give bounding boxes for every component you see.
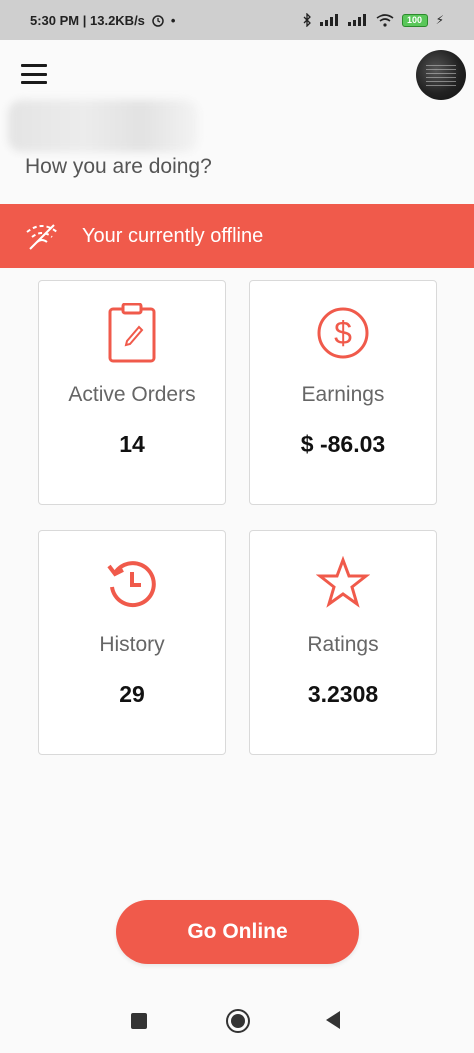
offline-message: Your currently offline (82, 224, 264, 247)
system-nav-bar (0, 990, 474, 1053)
earnings-card[interactable]: $ Earnings $ -86.03 (249, 280, 437, 505)
ratings-label: Ratings (307, 633, 379, 656)
history-label: History (99, 633, 165, 656)
active-orders-value: 14 (119, 431, 145, 457)
status-right: 100 ⚡ (302, 13, 444, 27)
alarm-icon (152, 15, 164, 27)
hamburger-menu-icon[interactable] (21, 64, 47, 84)
history-value: 29 (119, 681, 145, 707)
svg-text:$: $ (334, 315, 352, 351)
profile-avatar[interactable] (416, 50, 466, 100)
clipboard-icon (104, 301, 160, 365)
status-left: 5:30 PM | 13.2KB/s • (30, 13, 175, 28)
status-time-speed: 5:30 PM | 13.2KB/s (30, 12, 145, 28)
status-bar: 5:30 PM | 13.2KB/s • 100 ⚡ (0, 0, 474, 40)
ratings-value: 3.2308 (307, 681, 379, 707)
bluetooth-icon (303, 13, 311, 27)
wifi-off-icon (26, 224, 58, 250)
ratings-card[interactable]: Ratings 3.2308 (249, 530, 437, 755)
star-icon (315, 551, 371, 615)
signal-icon-2 (347, 14, 366, 26)
offline-banner: Your currently offline (0, 204, 474, 268)
history-card[interactable]: History 29 (38, 530, 226, 755)
earnings-label: Earnings (301, 383, 385, 406)
wifi-icon (376, 13, 394, 27)
dot-icon: • (170, 12, 176, 28)
charging-icon: ⚡ (435, 13, 444, 27)
dollar-circle-icon: $ (315, 301, 371, 365)
user-name-blurred (8, 100, 198, 152)
go-online-button[interactable]: Go Online (116, 900, 359, 964)
recents-icon[interactable] (131, 1013, 147, 1029)
active-orders-card[interactable]: Active Orders 14 (38, 280, 226, 505)
back-icon[interactable] (326, 1011, 340, 1029)
home-icon[interactable] (226, 1009, 250, 1033)
active-orders-label: Active Orders (68, 383, 196, 406)
greeting-subtitle: How you are doing? (25, 155, 212, 178)
history-clock-icon (104, 551, 160, 615)
signal-icon (319, 14, 338, 26)
battery-icon: 100 (401, 13, 428, 27)
earnings-value: $ -86.03 (300, 431, 386, 457)
